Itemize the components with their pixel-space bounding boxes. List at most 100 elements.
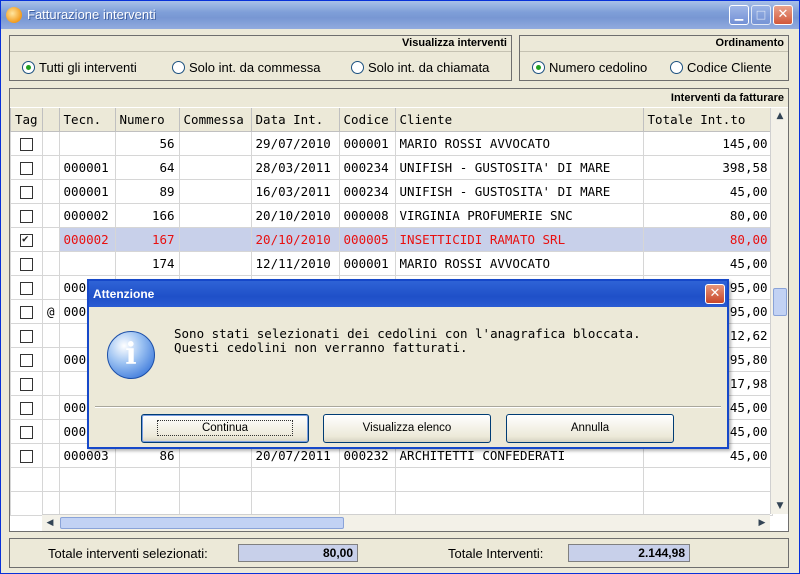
table-row[interactable]: 000001 64 28/03/2011 000234 UNIFISH - GUSTOS…	[10, 154, 773, 180]
row-checkbox[interactable]	[20, 209, 33, 223]
cell-data: 20/10/2010	[250, 226, 340, 252]
radio-codice-cliente[interactable]: Codice Cliente	[670, 60, 772, 75]
cell-commessa	[178, 226, 252, 252]
cell-tecn: 000001	[58, 178, 116, 204]
row-checkbox[interactable]	[20, 161, 33, 175]
row-tag-cell	[10, 226, 43, 252]
title-bar[interactable]: Fatturazione interventi ▁ □ ✕	[1, 1, 799, 29]
close-button[interactable]: ✕	[773, 5, 793, 25]
row-checkbox[interactable]	[20, 185, 33, 199]
col-tag[interactable]: Tag	[10, 108, 43, 132]
info-icon: i	[107, 331, 155, 379]
row-flag-cell	[42, 250, 60, 276]
table-row[interactable]: 56 29/07/2010 000001 MARIO ROSSI AVVOCATO 14…	[10, 130, 773, 156]
sort-group: Ordinamento Numero cedolino Codice Clien…	[519, 35, 789, 81]
vertical-scrollbar[interactable]: ▲ ▼	[770, 108, 788, 514]
empty-cell	[10, 490, 43, 516]
radio-dot-icon	[351, 61, 364, 74]
view-list-button-label: Visualizza elenco	[362, 422, 452, 434]
cell-commessa	[178, 250, 252, 276]
radio-label: Numero cedolino	[549, 60, 648, 75]
scroll-right-icon[interactable]: ▶	[754, 515, 770, 532]
cell-totale: 145,00	[642, 130, 773, 156]
col-totale[interactable]: Totale Int.to	[642, 108, 773, 132]
selected-total-value: 80,00	[238, 544, 358, 562]
empty-cell	[42, 490, 60, 516]
empty-cell	[338, 466, 396, 492]
cell-totale: 45,00	[642, 250, 773, 276]
cell-codice: 000005	[338, 226, 396, 252]
cancel-button[interactable]: Annulla	[506, 414, 674, 443]
row-tag-cell	[10, 250, 43, 276]
grand-total-value: 2.144,98	[568, 544, 690, 562]
cell-totale: 80,00	[642, 226, 773, 252]
radio-label: Solo int. da commessa	[189, 60, 321, 75]
radio-all[interactable]: Tutti gli interventi	[22, 60, 137, 75]
cell-codice: 000001	[338, 130, 396, 156]
row-checkbox[interactable]	[20, 425, 33, 439]
row-checkbox[interactable]	[20, 329, 33, 343]
empty-cell	[10, 466, 43, 492]
scroll-up-icon[interactable]: ▲	[771, 108, 789, 124]
radio-chiamata[interactable]: Solo int. da chiamata	[351, 60, 489, 75]
scroll-left-icon[interactable]: ◀	[42, 515, 58, 532]
cell-cliente: INSETTICIDI RAMATO SRL	[394, 226, 644, 252]
empty-cell	[394, 466, 644, 492]
cell-cliente: UNIFISH - GUSTOSITA' DI MARE	[394, 154, 644, 180]
row-checkbox[interactable]	[20, 232, 33, 247]
row-checkbox[interactable]	[20, 353, 33, 367]
empty-cell	[178, 466, 252, 492]
cell-cliente: UNIFISH - GUSTOSITA' DI MARE	[394, 178, 644, 204]
row-checkbox[interactable]	[20, 257, 33, 271]
row-checkbox[interactable]	[20, 137, 33, 151]
table-row[interactable]: 000001 89 16/03/2011 000234 UNIFISH - GUSTOS…	[10, 178, 773, 204]
continue-button[interactable]: Continua	[141, 414, 309, 443]
cell-totale: 398,58	[642, 154, 773, 180]
dialog-title[interactable]: Attenzione	[89, 281, 727, 307]
table-row[interactable]: 000002167 20/10/2010000005INSETTICIDI RAM…	[10, 226, 773, 252]
row-checkbox[interactable]	[20, 449, 33, 463]
col-commessa[interactable]: Commessa	[178, 108, 252, 132]
cell-commessa	[178, 178, 252, 204]
row-checkbox[interactable]	[20, 377, 33, 391]
grid-header: Interventi da fatturare	[10, 89, 788, 107]
row-flag-cell	[42, 202, 60, 228]
view-list-button[interactable]: Visualizza elenco	[323, 414, 491, 443]
cell-tecn: 000001	[58, 154, 116, 180]
row-checkbox[interactable]	[20, 305, 33, 319]
col-codice[interactable]: Codice	[338, 108, 396, 132]
table-row[interactable]: 000002 166 20/10/2010 000008 VIRGINIA PROFUM…	[10, 202, 773, 228]
radio-commessa[interactable]: Solo int. da commessa	[172, 60, 321, 75]
cell-data: 28/03/2011	[250, 154, 340, 180]
scroll-down-icon[interactable]: ▼	[771, 498, 789, 514]
col-tecn[interactable]: Tecn.	[58, 108, 116, 132]
col-numero[interactable]: Numero	[114, 108, 180, 132]
col-data[interactable]: Data Int.	[250, 108, 340, 132]
minimize-button[interactable]: ▁	[729, 5, 749, 25]
cell-data: 16/03/2011	[250, 178, 340, 204]
table-row[interactable]: 174 12/11/2010 000001 MARIO ROSSI AVVOCATO 4…	[10, 250, 773, 276]
dialog-close-icon[interactable]: ✕	[705, 284, 725, 304]
radio-dot-icon	[532, 61, 545, 74]
dialog-message: Sono stati selezionati dei cedolini con …	[174, 327, 641, 355]
empty-cell	[58, 466, 116, 492]
row-flag-cell	[42, 418, 60, 444]
cell-codice: 000008	[338, 202, 396, 228]
horizontal-scroll-thumb[interactable]	[60, 517, 344, 529]
radio-dot-icon	[22, 61, 35, 74]
col-flag[interactable]	[42, 108, 60, 132]
cell-numero: 174	[114, 250, 180, 276]
row-tag-cell	[10, 370, 43, 396]
cell-numero: 89	[114, 178, 180, 204]
cell-tecn: 000002	[58, 226, 116, 252]
row-checkbox[interactable]	[20, 281, 33, 295]
row-flag-cell	[42, 394, 60, 420]
dialog-separator	[95, 406, 721, 408]
maximize-button[interactable]: □	[751, 5, 771, 25]
horizontal-scrollbar[interactable]: ◀ ▶	[42, 514, 770, 531]
col-cliente[interactable]: Cliente	[394, 108, 644, 132]
radio-numero-cedolino[interactable]: Numero cedolino	[532, 60, 647, 75]
vertical-scroll-thumb[interactable]	[773, 288, 787, 316]
row-checkbox[interactable]	[20, 401, 33, 415]
cell-commessa	[178, 130, 252, 156]
